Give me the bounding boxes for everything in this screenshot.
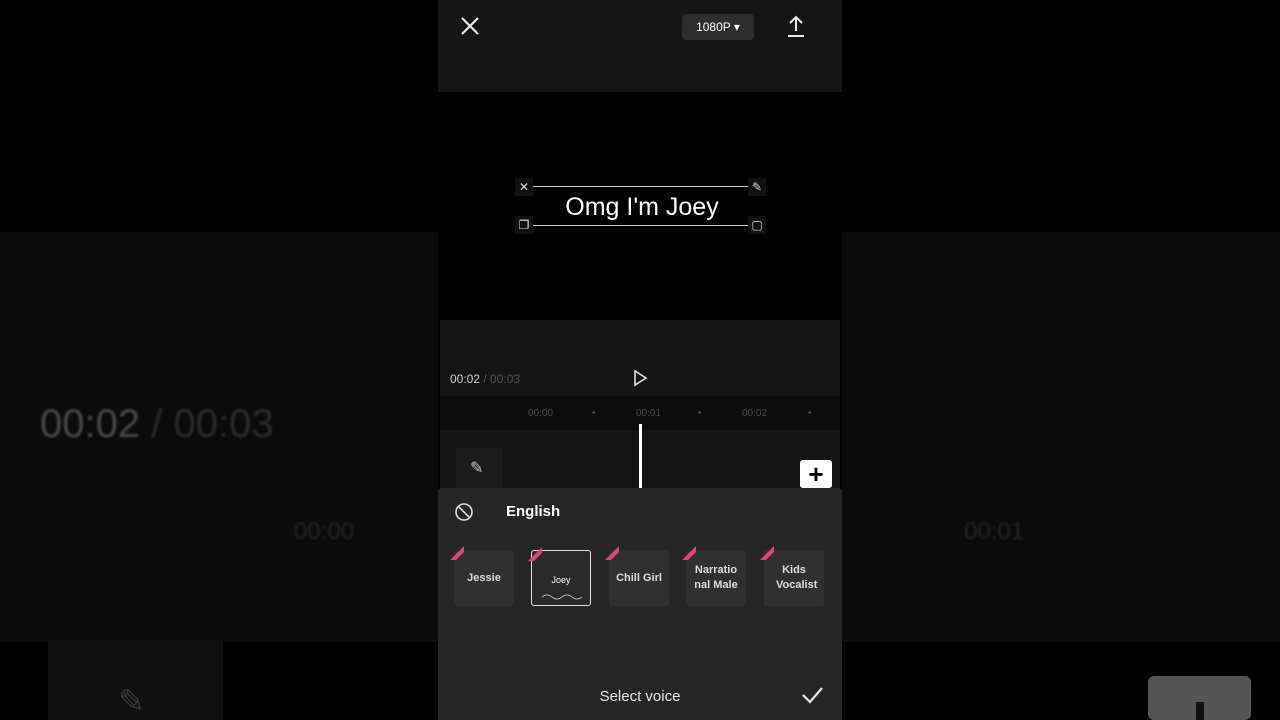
background-edit-icon: ✎ xyxy=(118,683,145,719)
waveform-icon xyxy=(542,594,582,600)
add-clip-button[interactable]: + xyxy=(800,460,832,488)
timeline-time-current: 00:02 xyxy=(450,372,481,386)
voice-option-label: Narratio nal Male xyxy=(694,564,738,591)
resolution-dropdown[interactable]: 1080P ▾ xyxy=(682,14,754,40)
voice-option-jessie[interactable]: Jessie xyxy=(450,546,514,606)
export-button[interactable] xyxy=(784,14,808,40)
background-add-bar xyxy=(1196,702,1204,720)
close-icon xyxy=(461,17,479,35)
copy-text-handle[interactable]: ❐ xyxy=(515,216,533,234)
pro-badge-icon xyxy=(450,546,464,560)
top-bar: 1080P ▾ xyxy=(438,0,842,92)
pro-badge-icon xyxy=(528,547,542,561)
sheet-title: Select voice xyxy=(599,688,681,705)
timeline-time-readout: 00:02 / 00:03 xyxy=(450,372,520,386)
resize-text-handle[interactable]: ▢ xyxy=(748,216,766,234)
voice-option-joey[interactable]: Joey xyxy=(528,547,591,606)
ruler-tick: 00:01 xyxy=(636,408,662,419)
video-preview[interactable]: Omg I'm Joey ✕ ✎ ❐ ▢ xyxy=(440,92,840,320)
delete-text-handle[interactable]: ✕ xyxy=(515,178,533,196)
play-icon xyxy=(634,369,648,387)
play-button[interactable] xyxy=(630,368,650,388)
close-icon: ✕ xyxy=(518,180,530,194)
confirm-button[interactable] xyxy=(800,685,824,705)
no-voice-button[interactable] xyxy=(454,502,474,522)
text-track-edit-button[interactable]: ✎ xyxy=(456,448,502,488)
background-time-separator: / xyxy=(151,402,163,446)
edit-icon: ✎ xyxy=(751,180,763,194)
voice-option-kids-vocalist[interactable]: Kids Vocalist xyxy=(760,546,824,606)
timeline-panel: 00:02 / 00:03 00:00 • 00:01 • 00:02 • ✎ … xyxy=(440,320,840,490)
export-icon xyxy=(788,15,804,37)
voice-option-label: Jessie xyxy=(467,572,501,584)
voice-option-chill-girl[interactable]: Chill Girl xyxy=(605,546,669,606)
voice-option-label: Chill Girl xyxy=(616,572,662,584)
pro-badge-icon xyxy=(760,546,774,560)
voice-option-label: Kids Vocalist xyxy=(776,564,818,591)
background-time-total: 00:03 xyxy=(173,402,274,446)
close-button[interactable] xyxy=(458,14,482,38)
background-add-tile xyxy=(1148,676,1251,720)
background-edit-tile: ✎ xyxy=(48,640,223,720)
timeline-time-total: 00:03 xyxy=(490,372,521,386)
resize-icon: ▢ xyxy=(751,218,763,232)
playhead[interactable] xyxy=(639,424,642,490)
pro-badge-icon xyxy=(605,546,619,560)
ruler-tick: • xyxy=(592,408,596,419)
text-overlay-box[interactable]: Omg I'm Joey xyxy=(526,186,758,226)
edit-icon: ✎ xyxy=(470,460,484,477)
checkmark-icon xyxy=(802,687,823,704)
ruler-tick: • xyxy=(808,408,812,419)
plus-icon: + xyxy=(808,459,824,489)
pro-badge-icon xyxy=(682,546,696,560)
background-tick-right: 00:01 xyxy=(964,518,1025,545)
language-tab[interactable]: English xyxy=(506,503,560,520)
background-tick-left: 00:00 xyxy=(294,518,355,545)
voice-select-sheet: English Jessie Joey Chill Girl Narratio … xyxy=(438,488,842,720)
editor-screen: 1080P ▾ Omg I'm Joey ✕ ✎ ❐ ▢ 00:02 / 00:… xyxy=(438,0,842,720)
copy-icon: ❐ xyxy=(518,218,530,232)
voice-option-label: Joey xyxy=(551,575,571,585)
voice-option-narrational-male[interactable]: Narratio nal Male xyxy=(682,546,746,606)
no-effect-icon xyxy=(455,503,473,521)
ruler-tick: 00:02 xyxy=(742,408,768,419)
background-time-current: 00:02 xyxy=(40,402,141,446)
ruler-tick: • xyxy=(698,408,702,419)
background-time-readout: 00:02 / 00:03 xyxy=(40,402,274,447)
edit-text-handle[interactable]: ✎ xyxy=(748,178,766,196)
timeline-time-separator: / xyxy=(480,372,491,386)
text-overlay-label: Omg I'm Joey xyxy=(565,193,719,221)
ruler-tick: 00:00 xyxy=(528,408,554,419)
